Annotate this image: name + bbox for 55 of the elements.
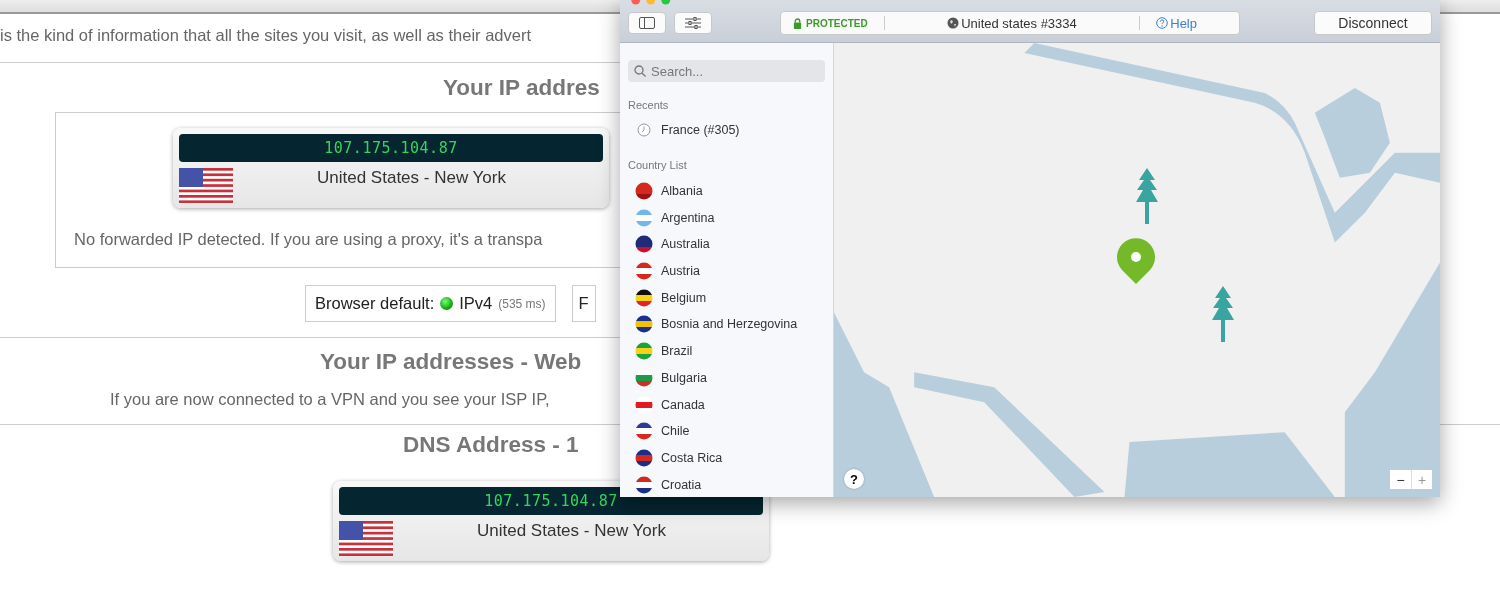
country-item[interactable]: Austria — [628, 257, 825, 285]
country-item[interactable]: Brazil — [628, 337, 825, 365]
vpn-note: If you are now connected to a VPN and you see your ISP IP, — [110, 389, 550, 410]
globe-icon — [947, 17, 960, 29]
section-label: Recents — [628, 99, 669, 111]
country-item[interactable]: Argentina — [628, 204, 825, 232]
search-icon — [634, 65, 646, 77]
flag-icon — [635, 235, 653, 254]
recent-item[interactable]: France (#305) — [628, 117, 825, 144]
protocol-button[interactable]: Browser default: IPv4 (535 ms) — [305, 285, 556, 322]
flag-icon — [635, 368, 653, 387]
lock-icon — [793, 17, 802, 29]
location-text: United States - New York — [477, 521, 666, 541]
search-field[interactable]: Search... — [628, 60, 825, 82]
section-label: Country List — [628, 158, 687, 171]
protected-status: PROTECTED — [806, 17, 868, 29]
section-heading: Your IP addresses - Web — [320, 349, 582, 376]
flag-icon — [635, 448, 653, 467]
help-link[interactable]: Help — [1170, 15, 1197, 31]
country-item[interactable]: Albania — [628, 177, 825, 205]
flag-icon — [635, 315, 653, 334]
help-icon — [1156, 17, 1169, 29]
forwarded-note: No forwarded IP detected. If you are using a proxy, it's a transpa — [74, 230, 543, 249]
country-item[interactable]: Canada — [628, 391, 825, 418]
settings-icon[interactable] — [674, 12, 712, 34]
section-heading: Your IP addres — [443, 75, 600, 102]
disconnect-button[interactable]: Disconnect — [1314, 11, 1432, 35]
location-pin-icon — [1116, 238, 1156, 284]
flag-icon — [635, 422, 653, 441]
section-heading: DNS Address - 1 — [403, 432, 579, 459]
country-item[interactable]: Bosnia and Herzegovina — [628, 311, 825, 338]
flag-icon — [635, 395, 653, 414]
intro-text: is the kind of information that all the sites you visit, as well as their advert — [0, 25, 531, 46]
country-item[interactable]: Australia — [628, 231, 825, 258]
flag-icon — [635, 342, 653, 361]
flag-icon — [635, 475, 653, 494]
clock-icon — [637, 123, 651, 138]
ip-display: 107.175.104.87 — [179, 134, 603, 162]
country-item[interactable]: Costa Rica — [628, 444, 825, 472]
flag-icon — [635, 182, 653, 201]
tree-icon — [1135, 168, 1159, 224]
zoom-out-button[interactable]: − — [1390, 470, 1411, 489]
country-item[interactable]: Belgium — [628, 284, 825, 312]
server-name: United states #3334 — [961, 15, 1077, 31]
country-item[interactable]: Chile — [628, 417, 825, 445]
flag-icon — [635, 288, 653, 307]
flag-icon — [635, 262, 653, 281]
country-item[interactable]: Bulgaria — [628, 364, 825, 392]
protocol-button[interactable]: F — [571, 285, 596, 322]
flag-icon — [635, 208, 653, 227]
location-text: United States - New York — [317, 168, 506, 188]
flag-icon — [179, 168, 233, 204]
flag-icon — [339, 521, 393, 557]
tree-icon — [1211, 286, 1235, 342]
sidebar-toggle-icon[interactable] — [628, 12, 666, 34]
